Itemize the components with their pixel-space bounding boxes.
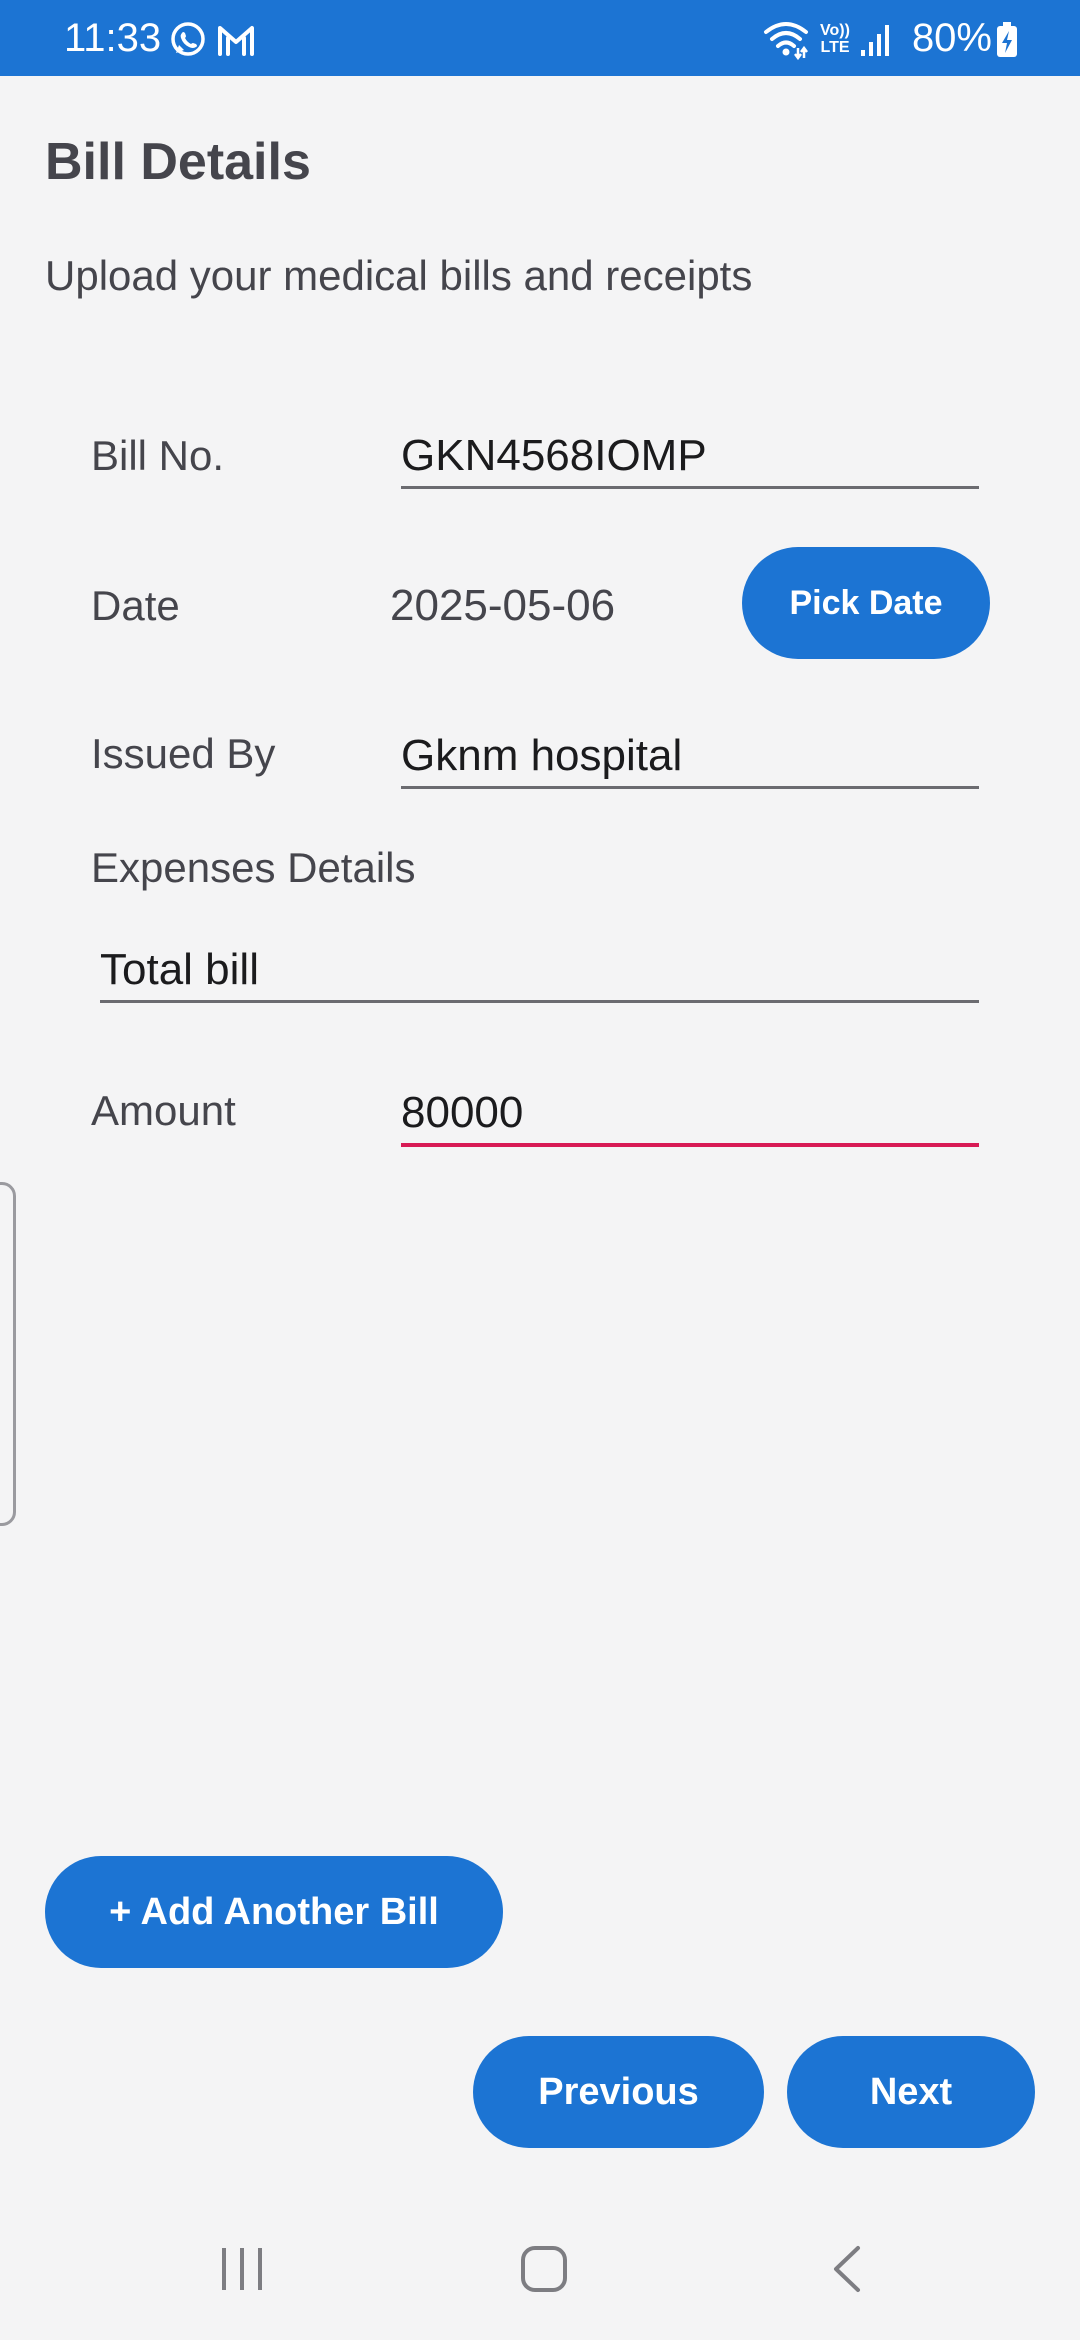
date-label: Date bbox=[91, 582, 180, 629]
page-title: Bill Details bbox=[45, 133, 311, 191]
bill-no-label: Bill No. bbox=[91, 432, 225, 479]
bill-no-input[interactable] bbox=[401, 426, 979, 489]
whatsapp-icon bbox=[168, 20, 208, 65]
system-nav-bar bbox=[0, 2200, 1080, 2340]
battery-charging-icon bbox=[996, 22, 1018, 63]
next-button[interactable]: Next bbox=[787, 2036, 1035, 2148]
battery-percentage: 80% bbox=[911, 16, 992, 60]
volte-top-label: Vo)) bbox=[820, 22, 850, 39]
add-another-bill-button[interactable]: + Add Another Bill bbox=[45, 1856, 503, 1968]
wifi-icon bbox=[762, 18, 810, 65]
date-value: 2025-05-06 bbox=[390, 581, 616, 630]
amount-input[interactable] bbox=[401, 1083, 979, 1147]
volte-icon: Vo)) LTE bbox=[818, 22, 852, 56]
gmail-icon bbox=[216, 20, 256, 65]
volte-bottom-label: LTE bbox=[820, 39, 850, 56]
bill-details-screen: 11:33 Vo)) LTE 80% Bill Details Upload y… bbox=[0, 0, 1080, 2340]
back-icon[interactable] bbox=[828, 2244, 868, 2299]
pick-date-button[interactable]: Pick Date bbox=[742, 547, 990, 659]
expenses-details-label: Expenses Details bbox=[91, 844, 416, 891]
edge-panel-handle[interactable] bbox=[0, 1182, 16, 1526]
status-time: 11:33 bbox=[64, 16, 162, 60]
signal-icon bbox=[860, 22, 892, 63]
home-icon[interactable] bbox=[520, 2244, 568, 2299]
previous-button[interactable]: Previous bbox=[473, 2036, 764, 2148]
page-subtitle: Upload your medical bills and receipts bbox=[45, 252, 753, 299]
recent-apps-icon[interactable] bbox=[220, 2244, 266, 2299]
expenses-details-input[interactable] bbox=[100, 940, 979, 1003]
status-bar: 11:33 Vo)) LTE 80% bbox=[0, 0, 1080, 76]
amount-label: Amount bbox=[91, 1087, 236, 1134]
issued-by-label: Issued By bbox=[91, 730, 276, 777]
issued-by-input[interactable] bbox=[401, 726, 979, 789]
